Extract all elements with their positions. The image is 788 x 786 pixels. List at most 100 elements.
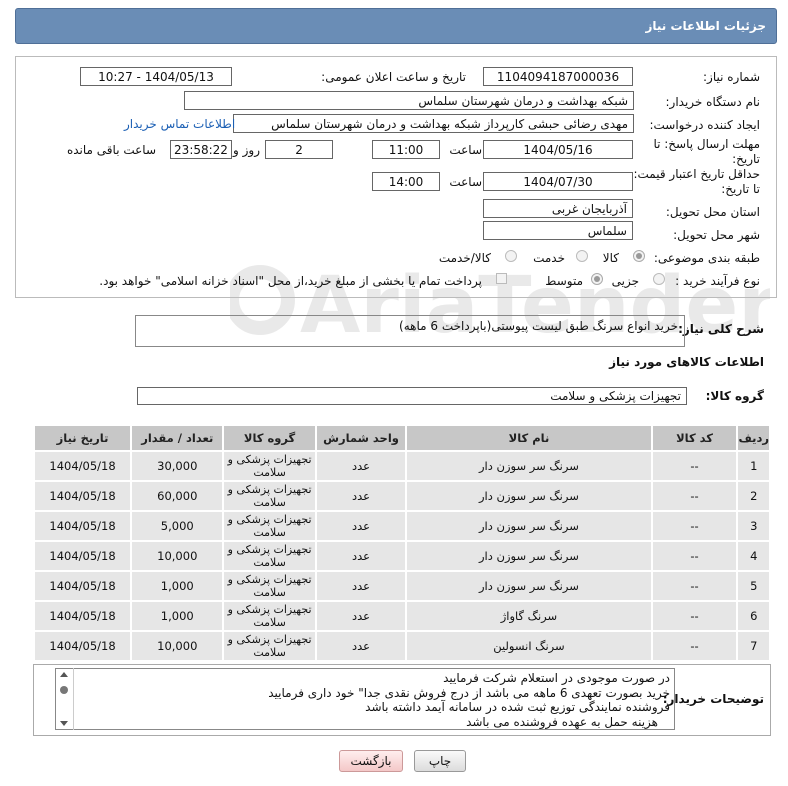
cell-group: تجهیزات پزشکی و سلامت xyxy=(222,540,317,572)
process-partial-label: جزیی xyxy=(611,274,639,288)
table-row: 7 -- سرنگ انسولین عدد تجهیزات پزشکی و سلامت 1… xyxy=(32,630,771,662)
goods-group-field: تجهیزات پزشکی و سلامت xyxy=(137,387,687,405)
remaining-days-field: 2 xyxy=(265,140,333,159)
deadline-label-2: تاریخ: xyxy=(732,152,760,166)
goods-table: ردیف کد کالا نام کالا واحد شمارش گروه کا… xyxy=(32,424,771,662)
cell-name: سرنگ سر سوزن دار xyxy=(405,450,653,482)
cell-unit: عدد xyxy=(314,630,408,662)
cell-index: 7 xyxy=(736,630,771,662)
cell-qty: 1,000 xyxy=(130,600,225,632)
cell-unit: عدد xyxy=(314,480,408,512)
cell-qty: 5,000 xyxy=(130,510,225,542)
summary-label: شرح کلی نیاز: xyxy=(678,322,764,336)
buyer-contact-link[interactable]: اطلاعات تماس خریدار xyxy=(124,117,235,131)
col-header-group: گروه کالا xyxy=(222,424,317,452)
notes-textarea[interactable]: در صورت موجودی در استعلام شرکت فرمایید خ… xyxy=(55,668,675,730)
need-number-field: 1104094187000036 xyxy=(483,67,633,86)
cell-code: -- xyxy=(650,570,739,602)
cell-group: تجهیزات پزشکی و سلامت xyxy=(222,600,317,632)
category-both-label: کالا/خدمت xyxy=(438,251,491,265)
print-button[interactable]: چاپ xyxy=(414,750,466,772)
deadline-label-1: مهلت ارسال پاسخ: تا xyxy=(653,137,760,151)
col-header-code: کد کالا xyxy=(650,424,739,452)
cell-index: 3 xyxy=(736,510,771,542)
category-service-radio[interactable] xyxy=(576,250,588,262)
cell-name: سرنگ سر سوزن دار xyxy=(405,510,653,542)
col-header-date: تاریخ نیاز xyxy=(32,424,133,452)
days-label: روز و xyxy=(233,143,260,157)
col-header-index: ردیف xyxy=(736,424,771,452)
cell-group: تجهیزات پزشکی و سلامت xyxy=(222,630,317,662)
cell-name: سرنگ سر سوزن دار xyxy=(405,540,653,572)
back-button[interactable]: بازگشت xyxy=(339,750,403,772)
cell-qty: 30,000 xyxy=(130,450,225,482)
cell-group: تجهیزات پزشکی و سلامت xyxy=(222,510,317,542)
table-row: 6 -- سرنگ گاواژ عدد تجهیزات پزشکی و سلامت 1,0… xyxy=(32,600,771,632)
remaining-label: ساعت باقی مانده xyxy=(66,143,156,157)
cell-unit: عدد xyxy=(314,570,408,602)
creator-label: ایجاد کننده درخواست: xyxy=(649,118,760,132)
city-field: سلماس xyxy=(483,221,633,240)
category-goods-radio[interactable] xyxy=(633,250,645,262)
cell-index: 4 xyxy=(736,540,771,572)
cell-code: -- xyxy=(650,480,739,512)
buyer-org-field: شبکه بهداشت و درمان شهرستان سلماس xyxy=(184,91,634,110)
cell-date: 1404/05/18 xyxy=(32,450,133,482)
announce-field: 1404/05/13 - 10:27 xyxy=(80,67,232,86)
validity-label-1: حداقل تاریخ اعتبار قیمت: xyxy=(633,167,760,181)
cell-qty: 60,000 xyxy=(130,480,225,512)
process-label: نوع فرآیند خرید : xyxy=(675,274,760,288)
cell-date: 1404/05/18 xyxy=(32,480,133,512)
table-row: 2 -- سرنگ سر سوزن دار عدد تجهیزات پزشکی و سل… xyxy=(32,480,771,512)
cell-date: 1404/05/18 xyxy=(32,600,133,632)
deadline-date-field: 1404/05/16 xyxy=(483,140,633,159)
table-row: 4 -- سرنگ سر سوزن دار عدد تجهیزات پزشکی و سل… xyxy=(32,540,771,572)
cell-index: 5 xyxy=(736,570,771,602)
cell-name: سرنگ سر سوزن دار xyxy=(405,480,653,512)
validity-time-field: 14:00 xyxy=(372,172,440,191)
cell-date: 1404/05/18 xyxy=(32,630,133,662)
cell-name: سرنگ سر سوزن دار xyxy=(405,570,653,602)
province-label: استان محل تحویل: xyxy=(665,205,760,219)
cell-group: تجهیزات پزشکی و سلامت xyxy=(222,450,317,482)
table-row: 5 -- سرنگ سر سوزن دار عدد تجهیزات پزشکی و سل… xyxy=(32,570,771,602)
notes-label: توضیحات خریدار: xyxy=(662,692,764,706)
notes-scrollbar[interactable] xyxy=(55,668,74,730)
category-both-radio[interactable] xyxy=(505,250,517,262)
process-medium-label: متوسط xyxy=(545,274,583,288)
creator-field: مهدی رضائی حبشی کارپرداز شبکه بهداشت و د… xyxy=(233,114,634,133)
category-goods-label: کالا xyxy=(602,251,619,265)
cell-name: سرنگ انسولین xyxy=(405,630,653,662)
cell-code: -- xyxy=(650,510,739,542)
col-header-unit: واحد شمارش xyxy=(314,424,408,452)
announce-label: تاریخ و ساعت اعلان عمومی: xyxy=(321,70,466,84)
process-medium-radio[interactable] xyxy=(591,273,603,285)
cell-code: -- xyxy=(650,600,739,632)
treasury-payment-note: پرداخت تمام یا بخشی از مبلغ خرید،از محل … xyxy=(99,274,482,288)
col-header-qty: تعداد / مقدار xyxy=(130,424,225,452)
cell-qty: 10,000 xyxy=(130,540,225,572)
cell-date: 1404/05/18 xyxy=(32,570,133,602)
col-header-name: نام کالا xyxy=(405,424,653,452)
summary-textarea[interactable]: خرید انواع سرنگ طبق لیست پیوستی(باپرداخت… xyxy=(135,315,685,347)
remaining-time-field: 23:58:22 xyxy=(170,140,232,159)
cell-index: 6 xyxy=(736,600,771,632)
goods-table-header: ردیف کد کالا نام کالا واحد شمارش گروه کا… xyxy=(32,424,771,452)
cell-code: -- xyxy=(650,630,739,662)
notes-line: در صورت موجودی در استعلام شرکت فرمایید xyxy=(443,671,670,685)
cell-group: تجهیزات پزشکی و سلامت xyxy=(222,480,317,512)
goods-group-label: گروه کالا: xyxy=(705,389,764,403)
notes-line: فروشنده نمایندگی توزیع ثبت شده در سامانه… xyxy=(365,700,670,714)
cell-qty: 10,000 xyxy=(130,630,225,662)
page-title: جزئیات اطلاعات نیاز xyxy=(645,19,766,33)
process-partial-radio[interactable] xyxy=(653,273,665,285)
city-label: شهر محل تحویل: xyxy=(673,228,760,242)
notes-line: خرید بصورت تعهدی 6 ماهه می باشد از درج ف… xyxy=(268,685,670,700)
treasury-payment-checkbox[interactable] xyxy=(496,273,507,284)
validity-time-label: ساعت xyxy=(449,175,482,189)
deadline-time-label: ساعت xyxy=(449,143,482,157)
cell-unit: عدد xyxy=(314,450,408,482)
summary-text: خرید انواع سرنگ طبق لیست پیوستی(باپرداخت… xyxy=(399,319,678,333)
validity-date-field: 1404/07/30 xyxy=(483,172,633,191)
page-title-bar: جزئیات اطلاعات نیاز xyxy=(15,8,777,44)
